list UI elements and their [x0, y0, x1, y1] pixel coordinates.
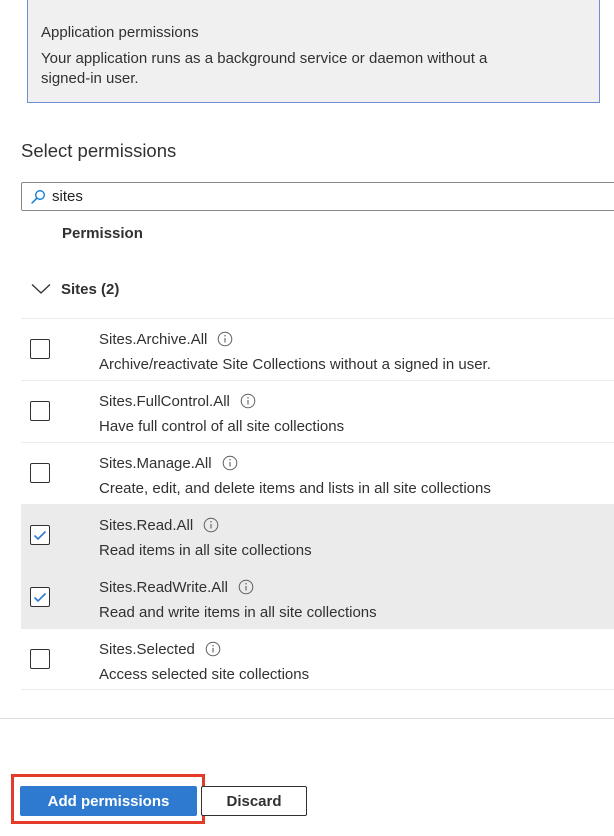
info-icon[interactable] — [217, 331, 233, 347]
checkmark-icon — [33, 530, 47, 540]
group-header-sites[interactable]: Sites (2) — [21, 270, 614, 308]
info-card-title: Application permissions — [41, 24, 199, 41]
permission-name: Sites.Manage.All — [99, 454, 212, 472]
info-icon[interactable] — [238, 579, 254, 595]
info-icon[interactable] — [205, 641, 221, 657]
permission-description: Have full control of all site collection… — [99, 418, 345, 435]
permission-description: Archive/reactivate Site Collections with… — [99, 356, 491, 373]
permission-checkbox[interactable] — [30, 339, 50, 359]
info-card-description: Your application runs as a background se… — [41, 50, 488, 87]
permission-column-header[interactable]: Permission — [62, 225, 143, 242]
permission-row[interactable]: Sites.FullControl.All Have full control … — [21, 380, 614, 442]
permission-description: Access selected site collections — [99, 666, 310, 683]
permission-name: Sites.Archive.All — [99, 330, 208, 348]
chevron-down-icon[interactable] — [21, 283, 51, 295]
permission-description: Read items in all site collections — [99, 542, 312, 559]
permission-description: Create, edit, and delete items and lists… — [99, 480, 491, 497]
group-label: Sites (2) — [61, 280, 120, 298]
permission-checkbox[interactable] — [30, 463, 50, 483]
permission-row[interactable]: Sites.Manage.All Create, edit, and delet… — [21, 442, 614, 504]
permission-name: Sites.FullControl.All — [99, 392, 230, 410]
info-icon[interactable] — [222, 455, 238, 471]
add-permissions-button[interactable]: Add permissions — [20, 786, 197, 816]
permission-checkbox[interactable] — [30, 525, 50, 545]
permission-name: Sites.Selected — [99, 640, 195, 658]
permission-name: Sites.ReadWrite.All — [99, 578, 228, 596]
search-field[interactable] — [21, 182, 614, 211]
permission-row[interactable]: Sites.Selected Access selected site coll… — [21, 628, 614, 690]
search-icon — [30, 189, 46, 205]
permission-checkbox[interactable] — [30, 401, 50, 421]
search-input[interactable] — [52, 188, 552, 205]
permission-name: Sites.Read.All — [99, 516, 194, 534]
application-permissions-card[interactable]: Application permissions Your application… — [27, 0, 600, 103]
select-permissions-title: Select permissions — [21, 140, 177, 161]
permission-row[interactable]: Sites.Archive.All Archive/reactivate Sit… — [21, 318, 614, 380]
permission-checkbox[interactable] — [30, 587, 50, 607]
discard-button[interactable]: Discard — [201, 786, 307, 816]
permission-checkbox[interactable] — [30, 649, 50, 669]
permission-row[interactable]: Sites.ReadWrite.All Read and write items… — [21, 566, 614, 628]
permission-row[interactable]: Sites.Read.All Read items in all site co… — [21, 504, 614, 566]
permission-list: Sites.Archive.All Archive/reactivate Sit… — [21, 318, 614, 690]
request-api-permissions-panel: Application permissions Your application… — [0, 0, 614, 836]
permission-description: Read and write items in all site collect… — [99, 604, 377, 621]
info-icon[interactable] — [203, 517, 219, 533]
checkmark-icon — [33, 592, 47, 602]
info-icon[interactable] — [240, 393, 256, 409]
footer-divider — [0, 718, 614, 719]
